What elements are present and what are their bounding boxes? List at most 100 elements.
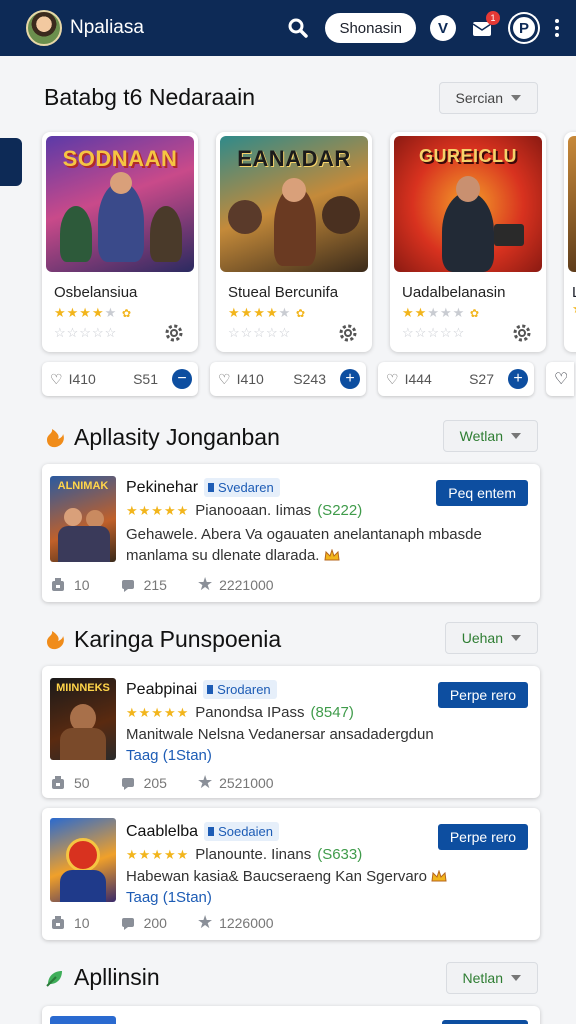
app-tag-badge: Svedaren — [204, 478, 280, 497]
review-count: 205 — [143, 774, 167, 791]
search-icon[interactable] — [285, 15, 311, 41]
score-count: 1226000 — [219, 914, 274, 931]
game-card[interactable]: GUREICLU Uadalbelanasin ★★★★★ ✿ ☆☆☆☆☆ — [390, 132, 546, 352]
avatar[interactable] — [26, 10, 62, 46]
app-action-button[interactable]: Perpe rero — [437, 824, 528, 850]
app-thumbnail-title: MIINNEKS — [56, 682, 110, 694]
game-name: Uadalbelanasin — [402, 284, 506, 301]
comment-icon — [121, 777, 134, 790]
section4-filter-select[interactable]: Netlan — [445, 962, 538, 994]
heart-icon[interactable]: ♡ — [50, 371, 63, 388]
crown-icon — [324, 549, 340, 561]
section2-filter-label: Wetlan — [459, 428, 503, 444]
download-box-icon — [52, 775, 64, 789]
app-card[interactable]: MIINNEKS Peabpinai Srodaren ★★★★★ Panond… — [42, 666, 540, 798]
app-description: Manitwale Nelsna Vedanersar ansadadergdu… — [126, 724, 526, 766]
top-bar: Npaliasa Shonasin V 1 P — [0, 0, 576, 56]
app-card[interactable]: ALNIMAK Pekinehar Svedaren ★★★★★ Pianooa… — [42, 464, 540, 602]
featured-sort-label: Sercian — [455, 90, 503, 106]
app-name[interactable]: Pekinehar — [126, 479, 198, 497]
game-card-partial[interactable]: Le ★ — [564, 132, 576, 352]
chevron-down-icon — [511, 635, 521, 641]
game-card[interactable]: SODNAAN Osbelansiua ★★★★★ ✿ ☆☆☆☆☆ — [42, 132, 198, 352]
game-stat-pill[interactable]: ♡ I410 S243 + — [210, 362, 366, 396]
like-count: I444 — [404, 371, 432, 387]
game-name: Stueal Bercunifa — [228, 284, 339, 301]
game-art-image: EANADAR — [220, 136, 368, 272]
app-price: (8547) — [310, 704, 354, 721]
settings-gear-icon[interactable] — [512, 323, 532, 343]
app-plan: Planounte. Iinans — [195, 846, 312, 863]
heart-icon[interactable]: ♡ — [554, 369, 568, 389]
section3-title: Karinga Punspoenia — [44, 626, 281, 653]
settings-gear-icon[interactable] — [164, 323, 184, 343]
score-count: 2221000 — [219, 576, 274, 593]
user-rating-stars[interactable]: ☆☆☆☆☆ — [402, 325, 465, 341]
app-thumbnail — [50, 818, 116, 902]
section4-filter-label: Netlan — [462, 970, 503, 986]
v-badge-icon[interactable]: V — [430, 15, 456, 41]
notifications-button[interactable]: 1 — [470, 11, 500, 41]
kebab-menu-icon[interactable] — [552, 15, 562, 41]
featured-stats-row: ♡ I410 S51 − ♡ I410 S243 + ♡ I444 S27 + … — [42, 362, 574, 396]
download-count: 50 — [74, 774, 90, 791]
featured-carousel[interactable]: SODNAAN Osbelansiua ★★★★★ ✿ ☆☆☆☆☆ EANADA… — [42, 132, 576, 352]
settings-gear-icon[interactable] — [338, 323, 358, 343]
user-rating-stars[interactable]: ☆☆☆☆☆ — [54, 325, 117, 341]
add-game-button[interactable]: + — [508, 369, 528, 389]
game-name: Le — [572, 284, 576, 301]
app-thumbnail: MIINNEKS — [50, 678, 116, 760]
star-icon: ★ — [196, 574, 214, 594]
game-art-image: GUREICLU — [394, 136, 542, 272]
featured-sort-select[interactable]: Sercian — [438, 82, 538, 114]
rating-stars: ★★★★★ — [126, 704, 190, 720]
game-stat-pill[interactable]: ♡ I444 S27 + — [378, 362, 534, 396]
like-count: I410 — [236, 371, 264, 387]
profile-p-icon[interactable]: P — [510, 14, 538, 42]
app-tag-link[interactable]: Taag (1Stan) — [126, 887, 526, 908]
app-tag-badge: Soedaien — [204, 822, 280, 841]
app-plan: Pianooaan. Iimas — [195, 502, 312, 519]
add-game-button[interactable]: + — [340, 369, 360, 389]
app-description-text: Habewan kasia& Baucseraeng Kan Sgervaro — [126, 868, 428, 885]
flame-icon — [47, 630, 64, 649]
leaf-icon — [46, 970, 62, 987]
rating-stars: ★★★★★ ✿ — [402, 305, 481, 320]
app-price: (S633) — [317, 846, 363, 863]
app-card[interactable]: Caablelba Soedaien ★★★★★ Planounte. Iina… — [42, 808, 540, 940]
app-title: Npaliasa — [70, 17, 144, 38]
review-count: 200 — [143, 914, 167, 931]
app-card-partial[interactable] — [42, 1006, 540, 1024]
app-price: (S222) — [317, 502, 363, 519]
game-art-title: SODNAAN — [62, 146, 178, 171]
heart-icon[interactable]: ♡ — [218, 371, 231, 388]
chevron-down-icon — [511, 95, 521, 101]
shortcut-pill-button[interactable]: Shonasin — [325, 13, 416, 43]
app-thumbnail-title: ALNIMAK — [57, 480, 109, 492]
game-price: S27 — [469, 371, 494, 387]
download-box-icon — [52, 915, 64, 929]
app-name[interactable]: Peabpinai — [126, 681, 197, 699]
game-stat-pill[interactable]: ♡ I410 S51 − — [42, 362, 198, 396]
section2-filter-select[interactable]: Wetlan — [442, 420, 538, 452]
side-drawer-handle[interactable] — [0, 138, 22, 186]
app-action-button[interactable]: Peq entem — [436, 480, 528, 506]
top-actions: Shonasin V 1 P — [285, 11, 562, 43]
app-name[interactable]: Caablelba — [126, 823, 198, 841]
user-rating-stars[interactable]: ☆☆☆☆☆ — [228, 325, 291, 341]
chevron-down-icon — [511, 433, 521, 439]
app-description: Gehawele. Abera Va ogauaten anelantanaph… — [126, 524, 526, 566]
section3-filter-select[interactable]: Uehan — [444, 622, 538, 654]
comment-icon — [121, 917, 134, 930]
game-card[interactable]: EANADAR Stueal Bercunifa ★★★★★ ✿ ☆☆☆☆☆ — [216, 132, 372, 352]
flame-icon — [47, 428, 64, 447]
app-tag-link[interactable]: Taag (1Stan) — [126, 745, 526, 766]
game-price: S51 — [133, 371, 158, 387]
rating-stars: ★★★★★ ✿ — [54, 305, 133, 320]
heart-icon[interactable]: ♡ — [386, 371, 399, 388]
add-game-button[interactable]: − — [172, 369, 192, 389]
app-action-button[interactable]: Perpe rero — [437, 682, 528, 708]
app-description-text: Gehawele. Abera Va ogauaten anelantanaph… — [126, 526, 482, 564]
game-stat-pill-partial[interactable]: ♡ — [546, 362, 574, 396]
section2-title: Apllasity Jonganban — [44, 424, 280, 451]
